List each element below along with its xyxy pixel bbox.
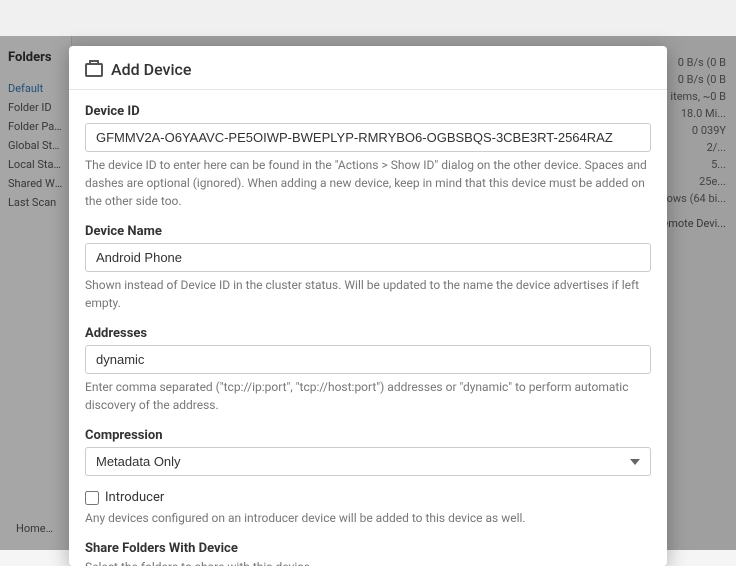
addresses-label: Addresses (85, 326, 651, 341)
introducer-checkbox[interactable] (85, 491, 99, 505)
modal-overlay: Add Device Device ID The device ID to en… (0, 36, 736, 550)
compression-group: Compression Metadata Only All Data Nothi… (85, 428, 651, 476)
device-id-group: Device ID The device ID to enter here ca… (85, 104, 651, 210)
modal-header: Add Device (69, 46, 667, 90)
monitor-icon (85, 63, 103, 77)
device-name-input[interactable] (85, 243, 651, 272)
addresses-help: Enter comma separated ("tcp://ip:port", … (85, 378, 651, 414)
add-device-modal: Add Device Device ID The device ID to en… (69, 46, 667, 566)
introducer-help: Any devices configured on an introducer … (85, 509, 651, 527)
share-folders-label: Share Folders With Device (85, 541, 651, 556)
introducer-checkbox-group: Introducer (85, 490, 651, 505)
modal-title: Add Device (111, 60, 191, 79)
share-folders-group: Share Folders With Device Select the fol… (85, 541, 651, 566)
device-id-help: The device ID to enter here can be found… (85, 156, 651, 210)
compression-select[interactable]: Metadata Only All Data Nothing (85, 447, 651, 476)
introducer-group: Introducer Any devices configured on an … (85, 490, 651, 527)
compression-label: Compression (85, 428, 651, 443)
device-id-input[interactable] (85, 123, 651, 152)
device-id-label: Device ID (85, 104, 651, 119)
device-name-label: Device Name (85, 224, 651, 239)
share-folders-help: Select the folders to share with this de… (85, 560, 651, 566)
device-name-help: Shown instead of Device ID in the cluste… (85, 276, 651, 312)
addresses-group: Addresses Enter comma separated ("tcp://… (85, 326, 651, 414)
modal-body: Device ID The device ID to enter here ca… (69, 90, 667, 566)
addresses-input[interactable] (85, 345, 651, 374)
device-name-group: Device Name Shown instead of Device ID i… (85, 224, 651, 312)
introducer-label[interactable]: Introducer (105, 490, 164, 505)
